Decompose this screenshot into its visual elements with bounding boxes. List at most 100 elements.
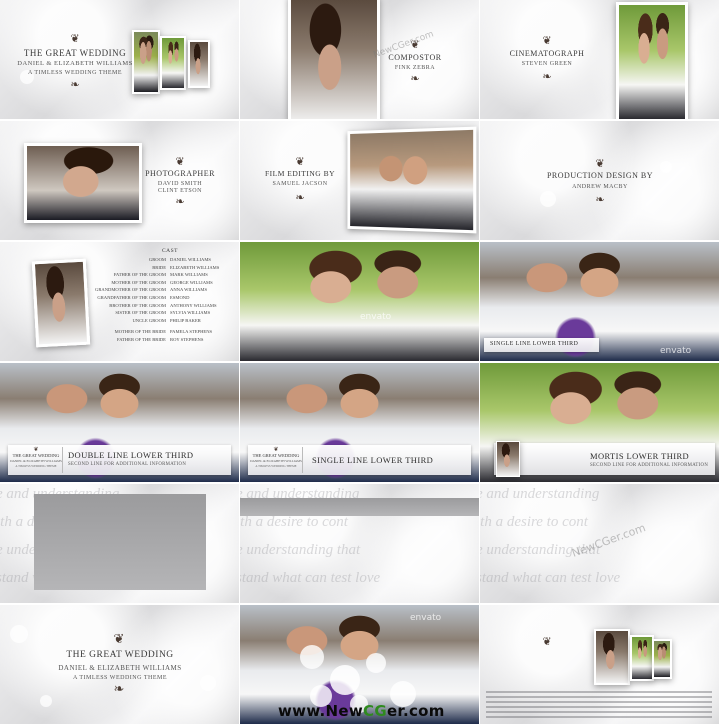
lower-third-main: SINGLE LINE LOWER THIRD — [312, 455, 434, 465]
frame-title: THE GREAT WEDDING — [23, 48, 127, 58]
cast-row: BRIDE ELIZABETH WILLIAMS — [152, 264, 220, 270]
lower-third-bar: ❦ THE GREAT WEDDING DANIEL & ELIZABETH W… — [8, 445, 231, 475]
script-line: ith a desire to cont — [240, 514, 348, 530]
cast-row: UNCLE GROOM PHILIP BAKER — [132, 317, 201, 323]
frame-production-design-credit: ❦ PRODUCTION DESIGN BY ANDREW MACBY ❧ — [480, 121, 719, 240]
lower-third-sub: SECOND LINE FOR ADDITIONAL INFORMATION — [590, 463, 709, 468]
cast-row: GROOM DANIEL WILLIAMS — [148, 257, 211, 262]
cast-row: MOTHER OF THE GROOM GEORGE WILLIAMS — [111, 279, 213, 285]
frame-photographer-credit: ❦ PHOTOGRAPHER DAVID SMITH CLINT ETSON ❧ — [0, 121, 239, 240]
lower-third-bar: MORTIS LOWER THIRD SECOND LINE FOR ADDIT… — [494, 441, 715, 477]
photo-card — [24, 143, 142, 223]
ornament-bottom: ❧ — [70, 79, 80, 91]
ornament-top: ❦ — [295, 156, 305, 168]
frame-photo-lower-third: MORTIS LOWER THIRD SECOND LINE FOR ADDIT… — [480, 363, 719, 482]
script-line: e and understanding — [480, 486, 600, 502]
badge-subtitle: A TIMLESS WEDDING THEME — [15, 464, 57, 468]
footer-suffix: .com — [402, 702, 445, 720]
frame-single-lower-third: ❦ THE GREAT WEDDING DANIEL & ELIZABETH W… — [240, 363, 479, 482]
theme-preview-grid: ❦ THE GREAT WEDDING DANIEL & ELIZABETH W… — [0, 0, 720, 724]
credit-role: PRODUCTION DESIGN BY — [546, 171, 653, 180]
credit-name: SAMUEL JACSON — [272, 181, 328, 187]
frame-title: THE GREAT WEDDING — [66, 650, 174, 660]
credit-role: CINEMATOGRAPH — [509, 49, 585, 58]
credit-name: STEVEN GREEN — [521, 61, 573, 67]
site-footer-watermark: www.NewCGer.com — [278, 702, 444, 722]
lower-third-main: MORTIS LOWER THIRD — [590, 451, 690, 461]
lower-third-badge: ❦ THE GREAT WEDDING DANIEL & ELIZABETH W… — [250, 447, 303, 473]
frame-subtitle: A TIMLESS WEDDING THEME — [28, 70, 122, 76]
frame-title-outro: ❦ THE GREAT WEDDING DANIEL & ELIZABETH W… — [0, 605, 239, 724]
photo-card — [347, 126, 477, 234]
placeholder-box — [34, 494, 206, 590]
photo-card — [31, 258, 91, 348]
lower-third-bar: SINGLE LINE LOWER THIRD — [484, 338, 599, 352]
footer-brand-b: CG — [363, 702, 387, 720]
envato-watermark: envato — [660, 346, 692, 356]
cast-row: FATHER OF THE BRIDE ROY STEPHENS — [117, 336, 204, 342]
placeholder-bar — [240, 498, 479, 516]
frame-title-intro: ❦ THE GREAT WEDDING DANIEL & ELIZABETH W… — [0, 0, 239, 119]
frame-script-box-large: e and understanding ith a desire to cont… — [0, 484, 239, 603]
ornament-top: ❦ — [595, 158, 605, 170]
frame-photo-park: envato — [240, 242, 479, 361]
ornament-top: ❦ — [542, 636, 552, 648]
ornament-bottom: ❧ — [113, 681, 125, 696]
photo-card — [652, 639, 672, 679]
frame-script-background: e and understanding ith a desire to cont… — [480, 484, 719, 603]
credit-name: CLINT ETSON — [158, 188, 202, 194]
ornament-bottom: ❧ — [295, 192, 305, 204]
lower-third-main: DOUBLE LINE LOWER THIRD — [68, 450, 194, 460]
ornament-top: ❦ — [175, 156, 185, 168]
cast-row: GRANDMOTHER OF THE GROOM ANNA WILLIAMS — [95, 287, 208, 293]
frame-photo-boat: SINGLE LINE LOWER THIRD envato — [480, 242, 719, 361]
ornament-bottom: ❧ — [175, 196, 185, 208]
script-line: stand what can test love — [240, 570, 381, 586]
cast-row: FATHER OF THE GROOM MARK WILLIAMS — [113, 272, 208, 278]
photo-card — [132, 30, 160, 94]
photo-card — [616, 2, 688, 119]
script-line: stand what can test love — [480, 570, 621, 586]
lower-third-sub: SECOND LINE FOR ADDITIONAL INFORMATION — [68, 462, 187, 467]
frame-names: DANIEL & ELIZABETH WILLIAMS — [17, 60, 133, 67]
frame-composer-credit: ❦ COMPOSTOR FINK ZEBRA ❧ NewCGer.com — [240, 0, 479, 119]
footer-brand-a: New — [325, 702, 364, 720]
ornament-bottom: ❧ — [595, 194, 605, 206]
frame-names: DANIEL & ELIZABETH WILLIAMS — [58, 664, 182, 672]
credit-name: ANDREW MACBY — [572, 184, 628, 190]
envato-watermark: envato — [360, 312, 392, 322]
photo-card — [594, 629, 630, 685]
script-line: ith a desire to cont — [480, 514, 588, 530]
lower-third-badge: ❦ THE GREAT WEDDING DANIEL & ELIZABETH W… — [10, 447, 63, 473]
frame-cast-list: CAST GROOM DANIEL WILLIAMS BRIDE ELIZABETH… — [0, 242, 239, 361]
ornament-top: ❦ — [70, 33, 80, 45]
credit-name: FINK ZEBRA — [394, 65, 436, 71]
cast-row: MOTHER OF THE BRIDE PAMELA STEPHENS — [114, 329, 213, 335]
cast-heading: CAST — [161, 248, 179, 254]
photo-card — [188, 40, 210, 88]
frame-double-lower-third: ❦ THE GREAT WEDDING DANIEL & ELIZABETH W… — [0, 363, 239, 482]
photo-card — [288, 0, 380, 119]
credit-role: PHOTOGRAPHER — [145, 169, 215, 178]
frame-script-box-bar: e and understanding ith a desire to cont… — [240, 484, 479, 603]
cast-row: GRANDFATHER OF THE GROOM ESMOND — [97, 294, 190, 300]
photo-card — [630, 635, 654, 681]
footer-prefix: www. — [278, 702, 326, 720]
cast-row: SISTER OF THE GROOM SYLVIA WILLIAMS — [115, 310, 211, 316]
lower-third-thumbnail — [496, 441, 520, 477]
frame-end-credits: ❦ — [480, 605, 719, 724]
ornament-top: ❦ — [542, 35, 552, 47]
cast-list: GROOM DANIEL WILLIAMS BRIDE ELIZABETH WILL… — [92, 256, 234, 344]
script-line: e understanding that — [240, 542, 361, 558]
ornament-top: ❦ — [113, 631, 125, 646]
cast-row: BROTHER OF THE GROOM ANTHONY WILLIAMS — [109, 302, 217, 308]
ornament-bottom: ❧ — [410, 73, 420, 85]
end-credits-text — [486, 691, 712, 721]
photo-card — [160, 36, 186, 90]
credit-role: FILM EDITING BY — [265, 169, 335, 178]
footer-brand-c: er — [386, 702, 403, 720]
badge-subtitle: A TIMLESS WEDDING THEME — [255, 464, 297, 468]
lower-third-text: SINGLE LINE LOWER THIRD — [490, 341, 579, 347]
frame-cinematograph-credit: ❦ CINEMATOGRAPH STEVEN GREEN ❧ — [480, 0, 719, 119]
lower-third-bar: ❦ THE GREAT WEDDING DANIEL & ELIZABETH W… — [248, 445, 471, 475]
